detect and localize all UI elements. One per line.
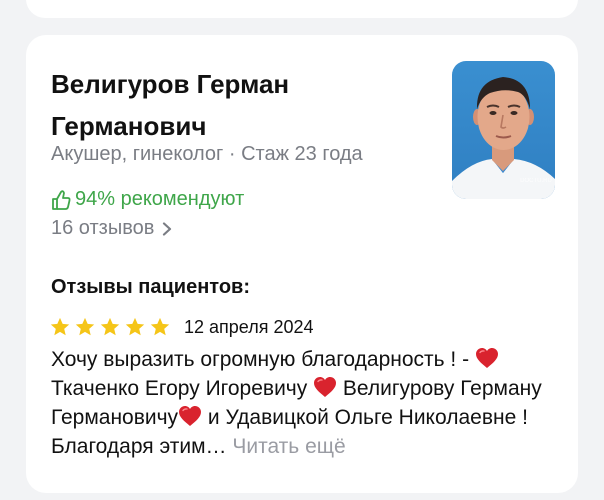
star-icon [100,317,120,336]
review-text-part: Хочу выразить огромную благодарность ! - [51,348,475,371]
read-more-link[interactable]: Читать ещё [232,435,345,458]
review-text-part: Ткаченко Егору Игоревичу [51,377,314,400]
thumbs-up-icon [52,189,71,210]
reviews-count-label[interactable]: 16 отзывов [51,217,154,240]
review-rating: 12 апреля 2024 [49,316,314,338]
star-icon [50,317,70,336]
reviews-count-link[interactable]: 16 отзывов [51,217,172,240]
chevron-right-icon[interactable] [162,221,172,236]
previous-card [26,0,578,18]
recommend-label: 94% рекомендуют [75,188,245,210]
reviews-section-title: Отзывы пациентов: [51,276,251,298]
doctor-photo[interactable]: DOCTU.RU [452,61,555,199]
doctor-card[interactable]: Велигуров Герман Германович DOCTU.RU Аку… [26,35,578,493]
heart-icon [179,406,202,426]
doctor-name[interactable]: Велигуров Герман Германович [51,63,411,147]
review-text: Хочу выразить огромную благодарность ! -… [51,345,556,461]
recommend-rate: 94% рекомендуют [51,188,244,211]
star-icon [125,317,145,336]
doctor-specialty: Акушер, гинеколог · Стаж 23 года [51,143,363,165]
star-icon [75,317,95,336]
heart-icon [314,377,337,397]
review-date: 12 апреля 2024 [184,316,314,337]
star-icon [150,317,170,336]
heart-icon [475,348,498,368]
photo-watermark: DOCTU.RU [520,178,552,184]
